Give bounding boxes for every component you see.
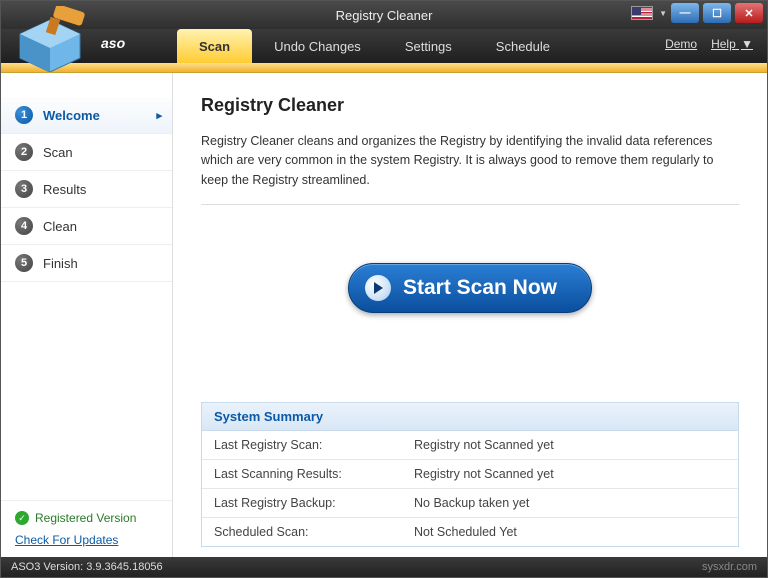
start-scan-button[interactable]: Start Scan Now: [348, 263, 592, 313]
registered-status: ✓Registered Version: [15, 511, 158, 525]
summary-label: Last Registry Scan:: [202, 431, 402, 460]
summary-row: Last Registry Scan:Registry not Scanned …: [202, 431, 738, 460]
summary-value: Registry not Scanned yet: [402, 431, 738, 460]
version-label: ASO3 Version: 3.9.3645.18056: [11, 561, 163, 573]
brand-label: aso: [101, 35, 125, 51]
sidebar-step-clean[interactable]: 4 Clean: [1, 208, 172, 245]
tab-undo-changes[interactable]: Undo Changes: [252, 29, 383, 63]
step-label: Welcome: [43, 108, 100, 123]
app-logo-icon: [10, 6, 92, 72]
flag-icon[interactable]: [631, 6, 653, 20]
summary-label: Scheduled Scan:: [202, 518, 402, 547]
step-label: Clean: [43, 219, 77, 234]
tab-schedule[interactable]: Schedule: [474, 29, 572, 63]
sidebar-step-scan[interactable]: 2 Scan: [1, 134, 172, 171]
chevron-down-icon: ▼: [741, 37, 753, 51]
scan-button-label: Start Scan Now: [403, 276, 557, 300]
sidebar-step-welcome[interactable]: 1 Welcome: [1, 97, 172, 134]
sidebar-step-results[interactable]: 3 Results: [1, 171, 172, 208]
accent-strip: [1, 63, 767, 73]
menubar: aso Scan Undo Changes Settings Schedule …: [1, 29, 767, 63]
check-icon: ✓: [15, 511, 29, 525]
step-label: Finish: [43, 256, 78, 271]
summary-title: System Summary: [202, 403, 738, 431]
summary-value: Not Scheduled Yet: [402, 518, 738, 547]
help-link[interactable]: Help ▼: [711, 37, 753, 51]
main-tabs: Scan Undo Changes Settings Schedule: [177, 29, 572, 63]
step-number-icon: 4: [15, 217, 33, 235]
play-icon: [365, 275, 391, 301]
step-number-icon: 3: [15, 180, 33, 198]
summary-value: No Backup taken yet: [402, 489, 738, 518]
watermark: sysxdr.com: [702, 561, 757, 573]
window-title: Registry Cleaner: [336, 8, 433, 23]
summary-label: Last Registry Backup:: [202, 489, 402, 518]
maximize-button[interactable]: ☐: [703, 3, 731, 23]
summary-label: Last Scanning Results:: [202, 460, 402, 489]
summary-row: Last Registry Backup:No Backup taken yet: [202, 489, 738, 518]
sidebar: 1 Welcome 2 Scan 3 Results 4 Clean 5 Finish ✓…: [1, 73, 173, 557]
minimize-button[interactable]: —: [671, 3, 699, 23]
summary-value: Registry not Scanned yet: [402, 460, 738, 489]
summary-row: Scheduled Scan:Not Scheduled Yet: [202, 518, 738, 547]
summary-row: Last Scanning Results:Registry not Scann…: [202, 460, 738, 489]
tab-scan[interactable]: Scan: [177, 29, 252, 63]
statusbar: ASO3 Version: 3.9.3645.18056 sysxdr.com: [1, 557, 767, 577]
step-number-icon: 2: [15, 143, 33, 161]
page-heading: Registry Cleaner: [201, 95, 739, 116]
tab-settings[interactable]: Settings: [383, 29, 474, 63]
step-label: Scan: [43, 145, 73, 160]
step-label: Results: [43, 182, 86, 197]
sidebar-step-finish[interactable]: 5 Finish: [1, 245, 172, 282]
content-pane: Registry Cleaner Registry Cleaner cleans…: [173, 73, 767, 557]
titlebar: Registry Cleaner ▼ — ☐ ✕: [1, 1, 767, 29]
close-button[interactable]: ✕: [735, 3, 763, 23]
divider: [201, 204, 739, 205]
system-summary-panel: System Summary Last Registry Scan:Regist…: [201, 402, 739, 547]
chevron-down-icon[interactable]: ▼: [659, 9, 667, 18]
step-number-icon: 1: [15, 106, 33, 124]
page-description: Registry Cleaner cleans and organizes th…: [201, 132, 739, 190]
check-updates-link[interactable]: Check For Updates: [15, 533, 158, 547]
step-number-icon: 5: [15, 254, 33, 272]
demo-link[interactable]: Demo: [665, 37, 697, 51]
